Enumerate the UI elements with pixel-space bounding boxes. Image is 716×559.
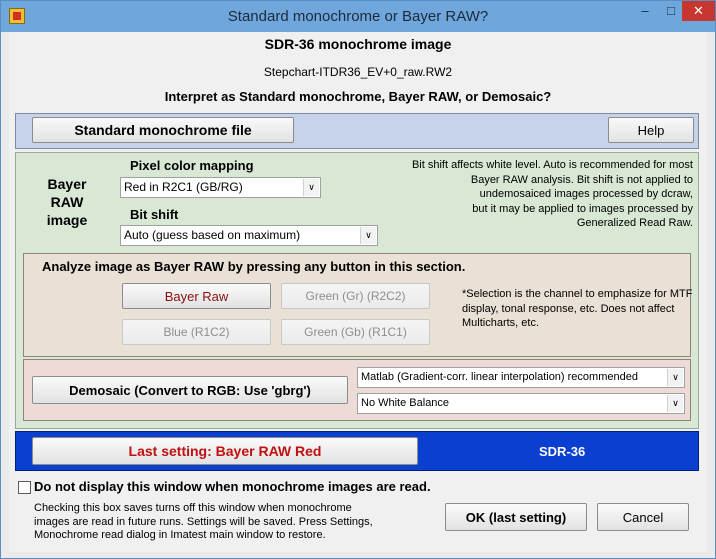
bit-shift-note-line-4: but it may be applied to images processe…	[472, 202, 693, 215]
file-name: Stepchart-ITDR36_EV+0_raw.RW2	[263, 65, 453, 79]
interpret-prompt: Interpret as Standard monochrome, Bayer …	[164, 89, 552, 104]
last-setting-image-label: SDR-36	[539, 444, 586, 459]
selection-note-line-2: display, tonal response, etc. Does not a…	[462, 302, 675, 315]
checkbox-note-line-3: Monochrome read dialog in Imatest main w…	[34, 529, 326, 541]
bayer-label-line-2: RAW	[50, 194, 84, 210]
pixel-mapping-value: Red in R2C1 (GB/RG)	[124, 180, 243, 194]
dialog-window: Standard monochrome or Bayer RAW? – □ ✕ …	[0, 0, 716, 559]
bayer-label-line-1: Bayer	[47, 176, 87, 192]
bit-shift-note: Bit shift affects white level. Auto is r…	[397, 158, 693, 231]
chevron-down-icon: ∨	[360, 227, 376, 244]
bit-shift-note-line-2: Bayer RAW analysis. Bit shift is not app…	[470, 173, 693, 186]
window-title: Standard monochrome or Bayer RAW?	[227, 8, 489, 25]
ok-last-setting-button[interactable]: OK (last setting)	[445, 503, 587, 531]
bayer-raw-image-label: Bayer RAW image	[41, 175, 93, 229]
selection-note: *Selection is the channel to emphasize f…	[462, 287, 694, 331]
dialog-client-area: SDR-36 monochrome image Stepchart-ITDR36…	[9, 32, 707, 552]
image-title: SDR-36 monochrome image	[264, 36, 452, 52]
checkbox-note-line-1: Checking this box saves turns off this w…	[34, 502, 352, 514]
checkbox-note-line-2: images are read in future runs. Settings…	[34, 515, 373, 528]
bayer-label-line-3: image	[46, 212, 88, 228]
minimize-button[interactable]: –	[632, 1, 658, 21]
pixel-mapping-label: Pixel color mapping	[130, 158, 254, 173]
chevron-down-icon: ∨	[667, 369, 683, 386]
maximize-button[interactable]: □	[658, 1, 684, 21]
chevron-down-icon: ∨	[303, 179, 319, 196]
bit-shift-value: Auto (guess based on maximum)	[124, 228, 301, 242]
selection-note-line-1: *Selection is the channel to emphasize f…	[462, 288, 693, 300]
selection-note-line-3: Multicharts, etc.	[462, 317, 540, 329]
demosaic-button[interactable]: Demosaic (Convert to RGB: Use 'gbrg')	[32, 376, 348, 404]
do-not-display-label[interactable]: Do not display this window when monochro…	[34, 479, 431, 494]
white-balance-dropdown[interactable]: No White Balance ∨	[357, 393, 685, 414]
checkbox-note: Checking this box saves turns off this w…	[34, 502, 414, 543]
demosaic-method-value: Matlab (Gradient-corr. linear interpolat…	[361, 371, 638, 383]
bit-shift-note-line-1: Bit shift affects white level. Auto is r…	[411, 159, 693, 171]
close-button[interactable]: ✕	[682, 1, 715, 21]
bit-shift-label: Bit shift	[130, 207, 179, 222]
demosaic-method-dropdown[interactable]: Matlab (Gradient-corr. linear interpolat…	[357, 367, 685, 388]
standard-monochrome-button[interactable]: Standard monochrome file	[32, 117, 294, 143]
green-gr-button[interactable]: Green (Gr) (R2C2)	[281, 283, 430, 309]
last-setting-button[interactable]: Last setting: Bayer RAW Red	[32, 437, 418, 465]
help-button[interactable]: Help	[608, 117, 694, 143]
chevron-down-icon: ∨	[667, 395, 683, 412]
bit-shift-dropdown[interactable]: Auto (guess based on maximum) ∨	[120, 225, 378, 246]
do-not-display-checkbox[interactable]	[18, 481, 31, 494]
bit-shift-note-line-3: undemosaiced images processed by dcraw,	[479, 188, 693, 200]
cancel-button[interactable]: Cancel	[597, 503, 689, 531]
green-gb-button[interactable]: Green (Gb) (R1C1)	[281, 319, 430, 345]
bayer-raw-button[interactable]: Bayer Raw	[122, 283, 271, 309]
white-balance-value: No White Balance	[361, 397, 450, 409]
pixel-mapping-dropdown[interactable]: Red in R2C1 (GB/RG) ∨	[120, 177, 321, 198]
bit-shift-note-line-5: Generalized Read Raw.	[576, 217, 693, 229]
analyze-heading: Analyze image as Bayer RAW by pressing a…	[42, 259, 466, 274]
blue-button[interactable]: Blue (R1C2)	[122, 319, 271, 345]
title-bar[interactable]: Standard monochrome or Bayer RAW? – □ ✕	[1, 1, 715, 32]
